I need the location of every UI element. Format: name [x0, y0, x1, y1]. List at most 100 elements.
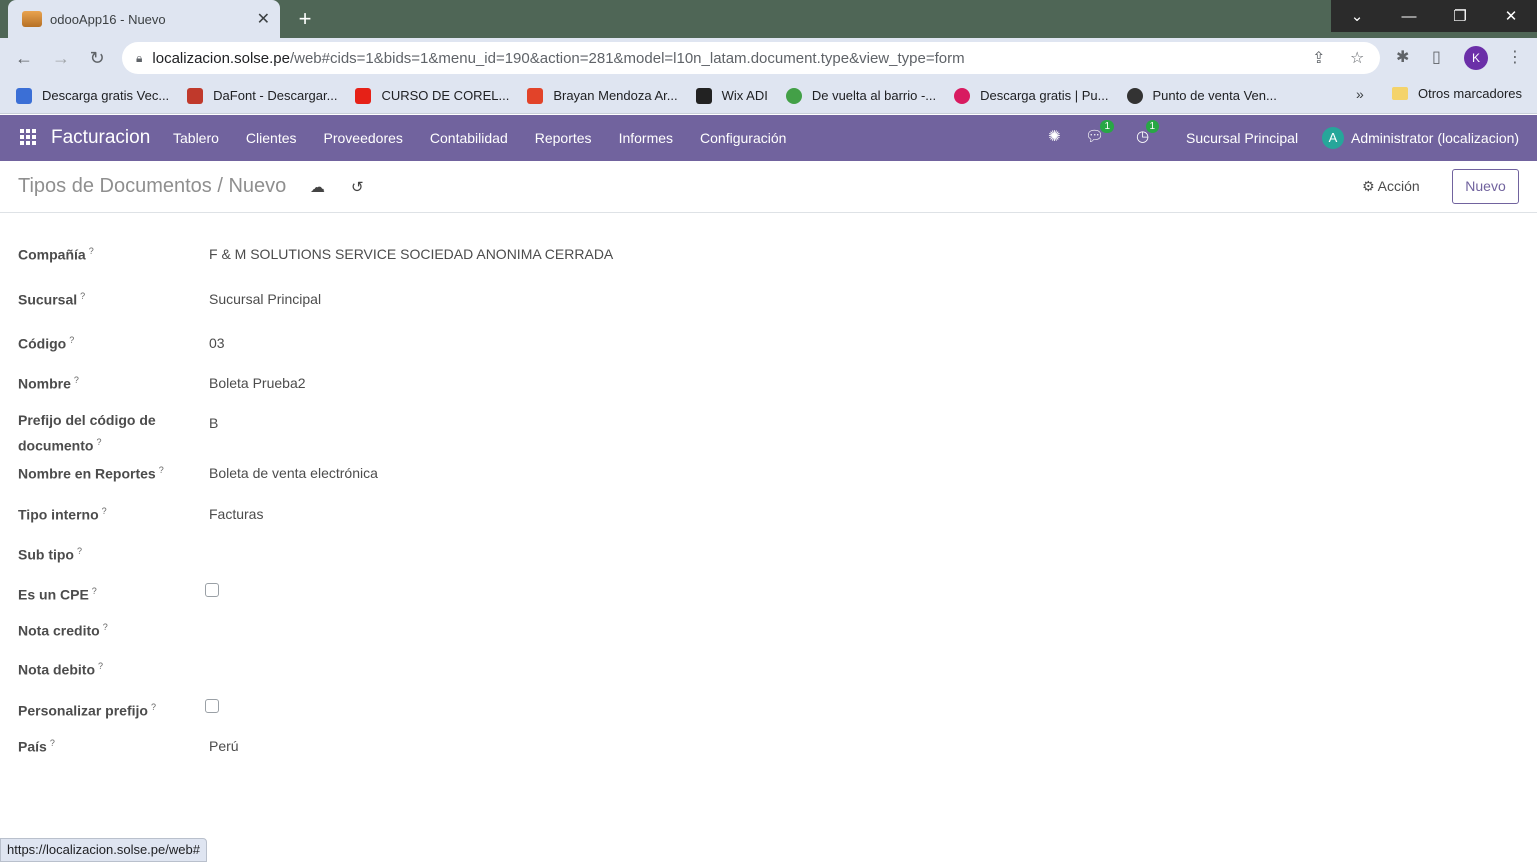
reload-icon[interactable]: ↻ — [85, 46, 109, 70]
label-text: Tipo interno — [18, 506, 99, 523]
menu-item-proveedores[interactable]: Proveedores — [324, 130, 403, 146]
new-button[interactable]: Nuevo — [1452, 169, 1519, 204]
field-label-compania: Compañía? — [18, 240, 94, 266]
bookmark-label: Wix ADI — [721, 88, 768, 103]
bookmark-label: Descarga gratis Vec... — [42, 88, 170, 103]
bookmark-item[interactable]: CURSO DE COREL... — [355, 87, 509, 104]
field-value-sucursal[interactable]: Sucursal Principal — [209, 291, 321, 307]
field-label-nombre: Nombre? — [18, 369, 79, 395]
side-panel-icon[interactable]: ▯ — [1432, 47, 1441, 67]
bookmark-favicon-icon — [695, 87, 712, 104]
menu-item-configuracion[interactable]: Configuración — [700, 130, 786, 146]
bookmark-item[interactable]: Descarga gratis | Pu... — [954, 87, 1109, 104]
share-icon[interactable]: ⇪ — [1312, 48, 1325, 68]
help-tooltip-icon[interactable]: ? — [96, 437, 101, 447]
url-host: localizacion.solse.pe — [152, 49, 290, 67]
menu-item-clientes[interactable]: Clientes — [246, 130, 297, 146]
minimize-icon[interactable]: — — [1383, 0, 1435, 32]
field-label-tipo-interno: Tipo interno? — [18, 500, 107, 526]
back-icon[interactable]: ← — [12, 46, 36, 70]
new-tab-button[interactable]: + — [292, 6, 318, 32]
help-tooltip-icon[interactable]: ? — [80, 291, 85, 301]
forward-icon[interactable]: → — [49, 46, 73, 70]
field-label-sucursal: Sucursal? — [18, 285, 85, 311]
field-label-nota-credito: Nota credito? — [18, 616, 108, 642]
more-bookmarks-icon[interactable]: » — [1356, 86, 1364, 102]
breadcrumb[interactable]: Tipos de Documentos / Nuevo — [18, 175, 286, 198]
bookmark-item[interactable]: Punto de venta Ven... — [1126, 87, 1277, 104]
discard-undo-icon[interactable]: ↺ — [351, 178, 364, 196]
browser-menu-icon[interactable]: ⋮ — [1507, 47, 1523, 67]
help-tooltip-icon[interactable]: ? — [92, 586, 97, 596]
field-value-prefijo[interactable]: B — [209, 415, 218, 431]
field-value-codigo[interactable]: 03 — [209, 335, 225, 351]
bookmark-item[interactable]: Brayan Mendoza Ar... — [527, 87, 678, 104]
field-value-nombre[interactable]: Boleta Prueba2 — [209, 375, 306, 391]
bookmark-label: Punto de venta Ven... — [1152, 88, 1277, 103]
lock-icon[interactable]: 🔒︎ — [136, 51, 142, 66]
help-tooltip-icon[interactable]: ? — [74, 375, 79, 385]
user-avatar[interactable]: A — [1322, 127, 1344, 149]
label-text: Nombre en Reportes — [18, 465, 156, 482]
bookmark-item[interactable]: Wix ADI — [695, 87, 768, 104]
help-tooltip-icon[interactable]: ? — [151, 702, 156, 712]
help-tooltip-icon[interactable]: ? — [102, 506, 107, 516]
user-menu[interactable]: Administrator (localizacion) — [1351, 130, 1519, 146]
other-bookmarks-folder[interactable]: Otros marcadores — [1392, 86, 1522, 101]
menu-item-tablero[interactable]: Tablero — [173, 130, 219, 146]
url-text: localizacion.solse.pe/web#cids=1&bids=1&… — [152, 50, 964, 67]
help-tooltip-icon[interactable]: ? — [103, 622, 108, 632]
branch-switcher[interactable]: Sucursal Principal — [1186, 130, 1298, 146]
bookmark-favicon-icon — [187, 87, 204, 104]
help-tooltip-icon[interactable]: ? — [89, 246, 94, 256]
help-tooltip-icon[interactable]: ? — [50, 738, 55, 748]
browser-tab[interactable]: odooApp16 - Nuevo ✕ — [8, 0, 280, 38]
label-text: Código — [18, 335, 67, 352]
url-bar[interactable]: 🔒︎ localizacion.solse.pe/web#cids=1&bids… — [122, 42, 1380, 74]
messages-icon[interactable]: 💬︎ 1 — [1085, 120, 1115, 145]
field-label-pais: País? — [18, 732, 55, 758]
field-label-codigo: Código? — [18, 329, 74, 355]
address-bar-row: ← → ↻ 🔒︎ localizacion.solse.pe/web#cids=… — [0, 38, 1537, 78]
profile-avatar[interactable]: K — [1464, 46, 1488, 70]
help-tooltip-icon[interactable]: ? — [69, 335, 74, 345]
bookmark-item[interactable]: Descarga gratis Vec... — [16, 87, 170, 104]
bookmark-favicon-icon — [1126, 87, 1143, 104]
bookmark-item[interactable]: DaFont - Descargar... — [187, 87, 338, 104]
tab-search-icon[interactable]: ⌄ — [1331, 0, 1383, 32]
help-tooltip-icon[interactable]: ? — [77, 546, 82, 556]
bookmark-label: DaFont - Descargar... — [213, 88, 338, 103]
app-menu-grid-icon[interactable] — [20, 129, 36, 145]
menu-item-reportes[interactable]: Reportes — [535, 130, 592, 146]
menu-item-contabilidad[interactable]: Contabilidad — [430, 130, 508, 146]
field-value-nombre-reportes[interactable]: Boleta de venta electrónica — [209, 465, 378, 481]
personalizar-prefijo-checkbox[interactable] — [205, 699, 219, 713]
help-tooltip-icon[interactable]: ? — [98, 661, 103, 671]
bookmarks-bar: Descarga gratis Vec... DaFont - Descarga… — [0, 78, 1537, 114]
extensions-icon[interactable]: ✱ — [1396, 47, 1409, 67]
label-text: Nombre — [18, 375, 71, 392]
restore-icon[interactable]: ❐ — [1434, 0, 1486, 32]
action-menu-button[interactable]: ⚙ Acción — [1362, 178, 1420, 195]
bookmark-favicon-icon — [785, 87, 802, 104]
debug-bug-icon[interactable]: ✺ — [1048, 127, 1061, 145]
field-label-nota-debito: Nota debito? — [18, 655, 103, 681]
close-window-icon[interactable]: ✕ — [1485, 0, 1537, 32]
field-value-tipo-interno[interactable]: Facturas — [209, 506, 263, 522]
app-brand[interactable]: Facturacion — [51, 127, 150, 149]
folder-icon — [1392, 87, 1408, 100]
field-value-compania[interactable]: F & M SOLUTIONS SERVICE SOCIEDAD ANONIMA… — [209, 246, 613, 262]
save-cloud-icon[interactable]: ☁ — [310, 178, 325, 196]
field-value-pais[interactable]: Perú — [209, 738, 239, 754]
tab-close-icon[interactable]: ✕ — [257, 9, 270, 29]
activities-clock-icon[interactable]: ◷ 1 — [1136, 120, 1160, 145]
help-tooltip-icon[interactable]: ? — [159, 465, 164, 475]
menu-item-informes[interactable]: Informes — [619, 130, 673, 146]
bookmark-favicon-icon — [954, 87, 971, 104]
field-label-es-cpe: Es un CPE? — [18, 580, 97, 606]
bookmark-favicon-icon — [527, 87, 544, 104]
bookmark-star-icon[interactable]: ☆ — [1350, 48, 1364, 68]
es-cpe-checkbox[interactable] — [205, 583, 219, 597]
field-label-nombre-reportes: Nombre en Reportes? — [18, 459, 164, 485]
bookmark-item[interactable]: De vuelta al barrio -... — [785, 87, 936, 104]
